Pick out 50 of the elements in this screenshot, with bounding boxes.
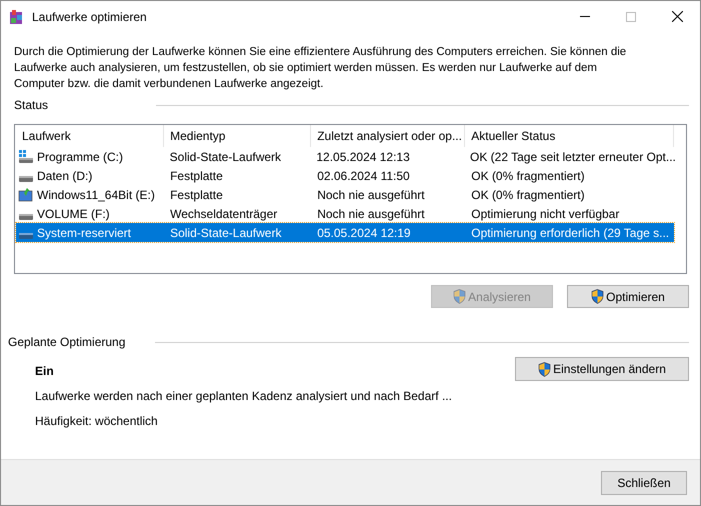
window-title: Laufwerke optimieren bbox=[32, 8, 147, 26]
schedule-state: Ein bbox=[35, 363, 55, 380]
settings-button[interactable]: Einstellungen ändern bbox=[515, 357, 689, 381]
drive-with-windows-logo-icon bbox=[18, 150, 34, 164]
section-heading: Geplante Optimierung bbox=[8, 334, 126, 351]
drive-row[interactable]: System-reserviert Solid-State-Laufwerk 05.05.2024 12:19 Optimierung erforderlich (29 Tage s... bbox=[16, 223, 674, 242]
drive-icon bbox=[19, 176, 33, 182]
drive-row[interactable]: Programme (C:) Solid-State-Laufwerk 12.05.2024 12:13 OK (22 Tage seit letzter erneuter Opt... bbox=[16, 147, 674, 166]
table-cell-text: OK (0% fragmentiert) bbox=[471, 186, 585, 204]
close-icon bbox=[672, 11, 682, 22]
shield-icon bbox=[453, 289, 466, 304]
table-cell-text: 02.06.2024 11:50 bbox=[317, 168, 410, 184]
maximize-icon bbox=[626, 12, 636, 22]
table-cell-text: Daten (D:) bbox=[37, 168, 92, 184]
drive-row[interactable]: VOLUME (F:) Wechseldatenträger Noch nie ausgeführt Optimierung nicht verfügbar bbox=[16, 204, 674, 223]
app-icon bbox=[9, 8, 25, 24]
schedule-info: Laufwerke werden nach einer geplanten Kadenz analysiert und nach Bedarf ... bbox=[35, 388, 452, 405]
action-button[interactable]: Optimieren bbox=[567, 285, 689, 308]
table-cell-text: VOLUME (F:) bbox=[37, 206, 110, 222]
shield-icon bbox=[591, 289, 604, 304]
table-cell-text: Optimierung nicht verfügbar bbox=[471, 206, 620, 222]
description-text: Durch die Optimierung der Laufwerke können Sie eine effizientere Ausführung des Computers erreichen. Sie können die Laufwerke auch analysieren, um festzustellen, ob sie optimiert werden müssen. Es werden nur Laufwerke auf dem Computer bzw. die damit verbundenen Laufwerke angezeigt. bbox=[14, 45, 628, 92]
column-header[interactable]: Laufwerk bbox=[16, 125, 164, 147]
minimize-icon bbox=[580, 16, 590, 17]
drive-row[interactable]: Daten (D:) Festplatte 02.06.2024 11:50 OK (0% fragmentiert) bbox=[16, 166, 674, 185]
table-cell-text: System-reserviert bbox=[37, 224, 132, 242]
section-heading: Status bbox=[14, 97, 48, 114]
table-cell-text: OK (22 Tage seit letzter erneuter Opt... bbox=[470, 148, 676, 166]
column-header[interactable]: Zuletzt analysiert oder op... bbox=[311, 125, 466, 147]
table-cell-text: Festplatte bbox=[170, 168, 223, 184]
close-dialog-button[interactable]: Schließen bbox=[601, 470, 687, 494]
table-cell-text: Windows11_64Bit (E:) bbox=[37, 186, 155, 204]
schedule-frequency: Häufigkeit: wöchentlich bbox=[35, 413, 159, 430]
table-cell-text: Solid-State-Laufwerk bbox=[170, 224, 282, 242]
column-header[interactable]: Medientyp bbox=[164, 125, 312, 147]
table-cell-text: Solid-State-Laufwerk bbox=[170, 148, 282, 166]
drive-icon bbox=[19, 232, 33, 238]
table-cell-text: Noch nie ausgeführt bbox=[317, 186, 425, 204]
table-cell-text: 12.05.2024 12:13 bbox=[316, 148, 410, 166]
table-cell-text: Wechseldatenträger bbox=[170, 206, 278, 222]
table-cell-text: Optimierung erforderlich (29 Tage s... bbox=[471, 224, 670, 242]
drive-icon bbox=[19, 214, 33, 220]
drive-row[interactable]: Windows11_64Bit (E:) Festplatte Noch nie ausgeführt OK (0% fragmentiert) bbox=[16, 185, 674, 204]
column-header[interactable]: Aktueller Status bbox=[465, 125, 674, 147]
table-cell-text: OK (0% fragmentiert) bbox=[471, 168, 585, 184]
shield-icon bbox=[538, 362, 552, 376]
table-cell-text: Programme (C:) bbox=[37, 148, 124, 166]
table-cell-text: Noch nie ausgeführt bbox=[317, 206, 425, 222]
table-cell-text: 05.05.2024 12:19 bbox=[317, 224, 411, 242]
table-cell-text: Festplatte bbox=[170, 186, 223, 204]
